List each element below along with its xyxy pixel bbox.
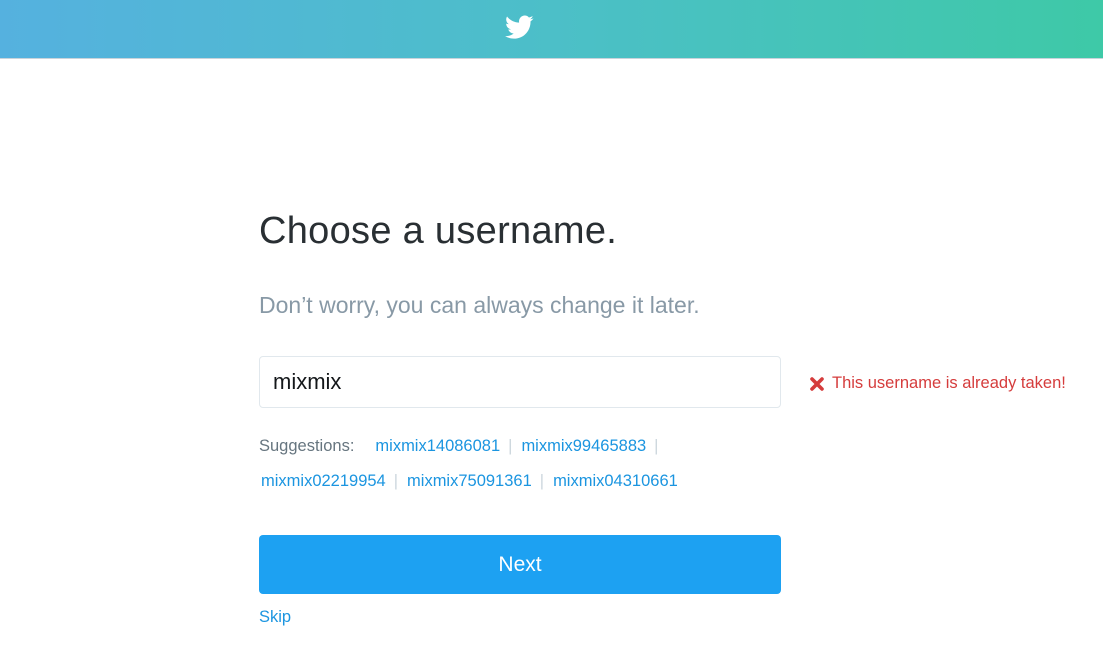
suggestion-link[interactable]: mixmix04310661 (553, 472, 678, 491)
suggestion-link[interactable]: mixmix99465883 (521, 437, 646, 456)
separator: | (393, 472, 399, 490)
top-bar (0, 0, 1103, 59)
separator: | (654, 437, 659, 455)
suggestions-row-2: mixmix02219954 | mixmix75091361 | mixmix… (261, 472, 678, 491)
page-subtitle: Don’t worry, you can always change it la… (259, 292, 700, 318)
suggestion-link[interactable]: mixmix75091361 (407, 472, 532, 491)
x-icon (810, 376, 824, 391)
error-message: This username is already taken! (832, 374, 1066, 392)
username-input[interactable] (259, 356, 781, 408)
skip-link[interactable]: Skip (259, 608, 291, 627)
page-title: Choose a username. (259, 210, 618, 252)
suggestions-label: Suggestions: (259, 437, 355, 455)
suggestions-row-1: Suggestions: mixmix14086081 | mixmix9946… (259, 437, 667, 456)
separator: | (508, 437, 513, 455)
username-error: This username is already taken! (809, 374, 1066, 393)
suggestion-link[interactable]: mixmix02219954 (261, 472, 386, 491)
separator: | (539, 472, 545, 490)
suggestion-link[interactable]: mixmix14086081 (375, 437, 500, 456)
next-button[interactable]: Next (259, 535, 781, 594)
twitter-bird-icon (505, 15, 534, 39)
